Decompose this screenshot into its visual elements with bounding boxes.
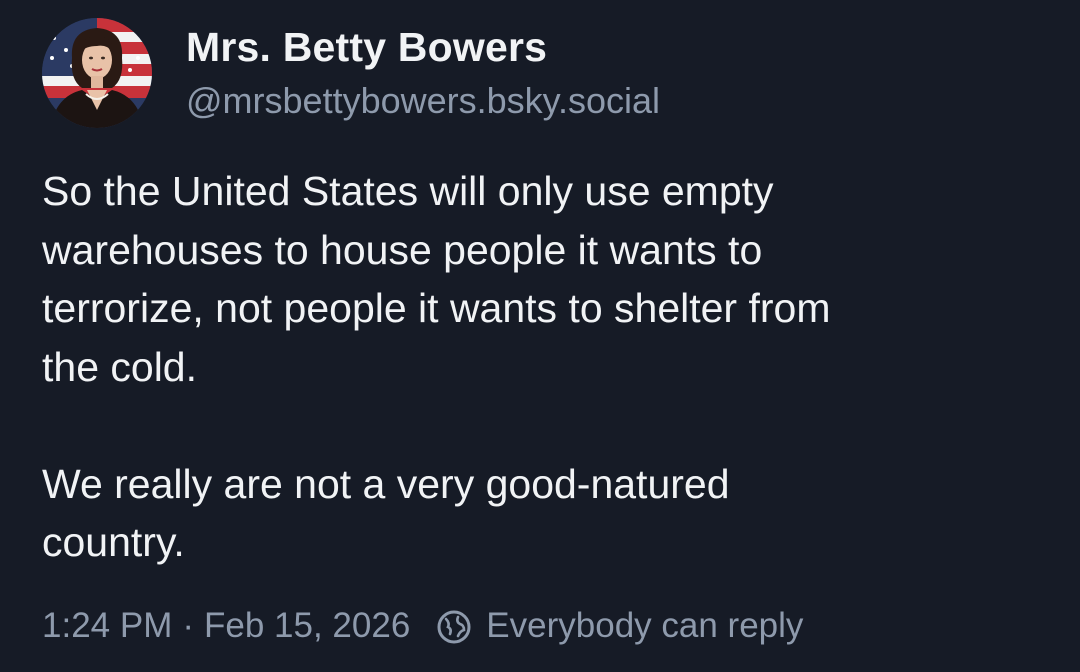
post-text: So the United States will only use empty… [42, 168, 831, 565]
reply-setting[interactable]: Everybody can reply [436, 600, 803, 652]
reply-setting-label: Everybody can reply [486, 606, 804, 645]
avatar-image [42, 18, 152, 128]
meta-separator: · [182, 606, 195, 645]
author-row: Mrs. Betty Bowers @mrsbettybowers.bsky.s… [42, 18, 660, 128]
post-meta: 1:24 PM · Feb 15, 2026 Everybody can reply [42, 600, 803, 652]
post-time: 1:24 PM [42, 606, 173, 645]
author-names: Mrs. Betty Bowers @mrsbettybowers.bsky.s… [186, 22, 660, 124]
post-timestamp[interactable]: 1:24 PM · Feb 15, 2026 [42, 600, 410, 652]
author-display-name[interactable]: Mrs. Betty Bowers [186, 22, 660, 72]
globe-icon [436, 608, 472, 644]
post-date: Feb 15, 2026 [204, 606, 411, 645]
author-handle[interactable]: @mrsbettybowers.bsky.social [186, 78, 660, 124]
post-card: Mrs. Betty Bowers @mrsbettybowers.bsky.s… [0, 0, 1080, 672]
avatar[interactable] [42, 18, 152, 128]
